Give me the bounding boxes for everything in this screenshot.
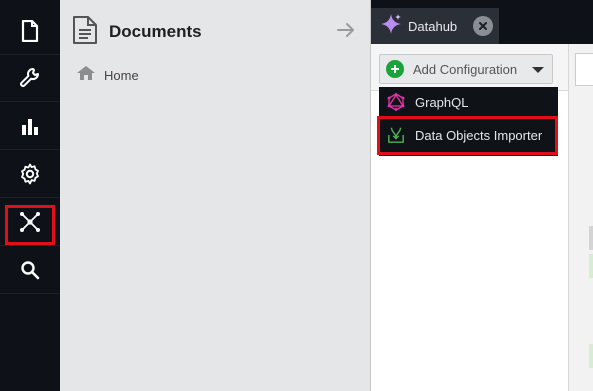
right-panel-edge xyxy=(568,44,593,391)
nav-documents[interactable] xyxy=(0,8,60,55)
documents-tree-panel: Documents Home xyxy=(60,0,371,391)
tab-datahub[interactable]: Datahub xyxy=(371,8,499,44)
home-icon xyxy=(76,65,96,86)
search-icon xyxy=(20,260,40,280)
add-configuration-button[interactable]: Add Configuration xyxy=(379,54,553,84)
nav-settings[interactable] xyxy=(0,151,60,198)
arrow-right-icon[interactable] xyxy=(337,22,355,43)
nav-search[interactable] xyxy=(0,247,60,294)
plus-circle-icon xyxy=(386,60,404,78)
edge-row-green xyxy=(589,344,593,368)
edge-row-grey xyxy=(589,226,593,250)
tree-header: Documents xyxy=(60,0,371,56)
sparkle-icon xyxy=(380,13,402,40)
graphql-icon xyxy=(387,93,405,111)
tree-item-label: Home xyxy=(104,67,139,83)
edge-row-green xyxy=(589,254,593,278)
document-outline-icon xyxy=(72,15,98,50)
menu-item-highlight xyxy=(377,116,558,155)
tab-label: Datahub xyxy=(408,18,458,34)
tree-item-home[interactable]: Home xyxy=(76,65,139,86)
tab-bar: Datahub xyxy=(371,0,593,44)
document-icon xyxy=(20,20,40,42)
bar-chart-icon xyxy=(21,117,39,135)
nav-datahub-highlight xyxy=(5,205,55,245)
menu-item-graphql[interactable]: GraphQL xyxy=(379,87,558,117)
tree-title: Documents xyxy=(109,22,202,41)
wrench-icon xyxy=(19,67,41,89)
main-nav-rail xyxy=(0,0,60,391)
menu-item-label: GraphQL xyxy=(415,94,469,110)
gear-icon xyxy=(19,163,41,185)
nav-tools[interactable] xyxy=(0,55,60,102)
datahub-toolbar: Add Configuration xyxy=(371,44,593,91)
edge-box xyxy=(575,53,593,86)
close-icon[interactable] xyxy=(473,16,493,36)
nav-reports[interactable] xyxy=(0,103,60,150)
chevron-down-icon xyxy=(532,67,544,73)
app-root: Documents Home Datahub Add Configuration… xyxy=(0,0,593,391)
add-configuration-label: Add Configuration xyxy=(413,61,518,77)
